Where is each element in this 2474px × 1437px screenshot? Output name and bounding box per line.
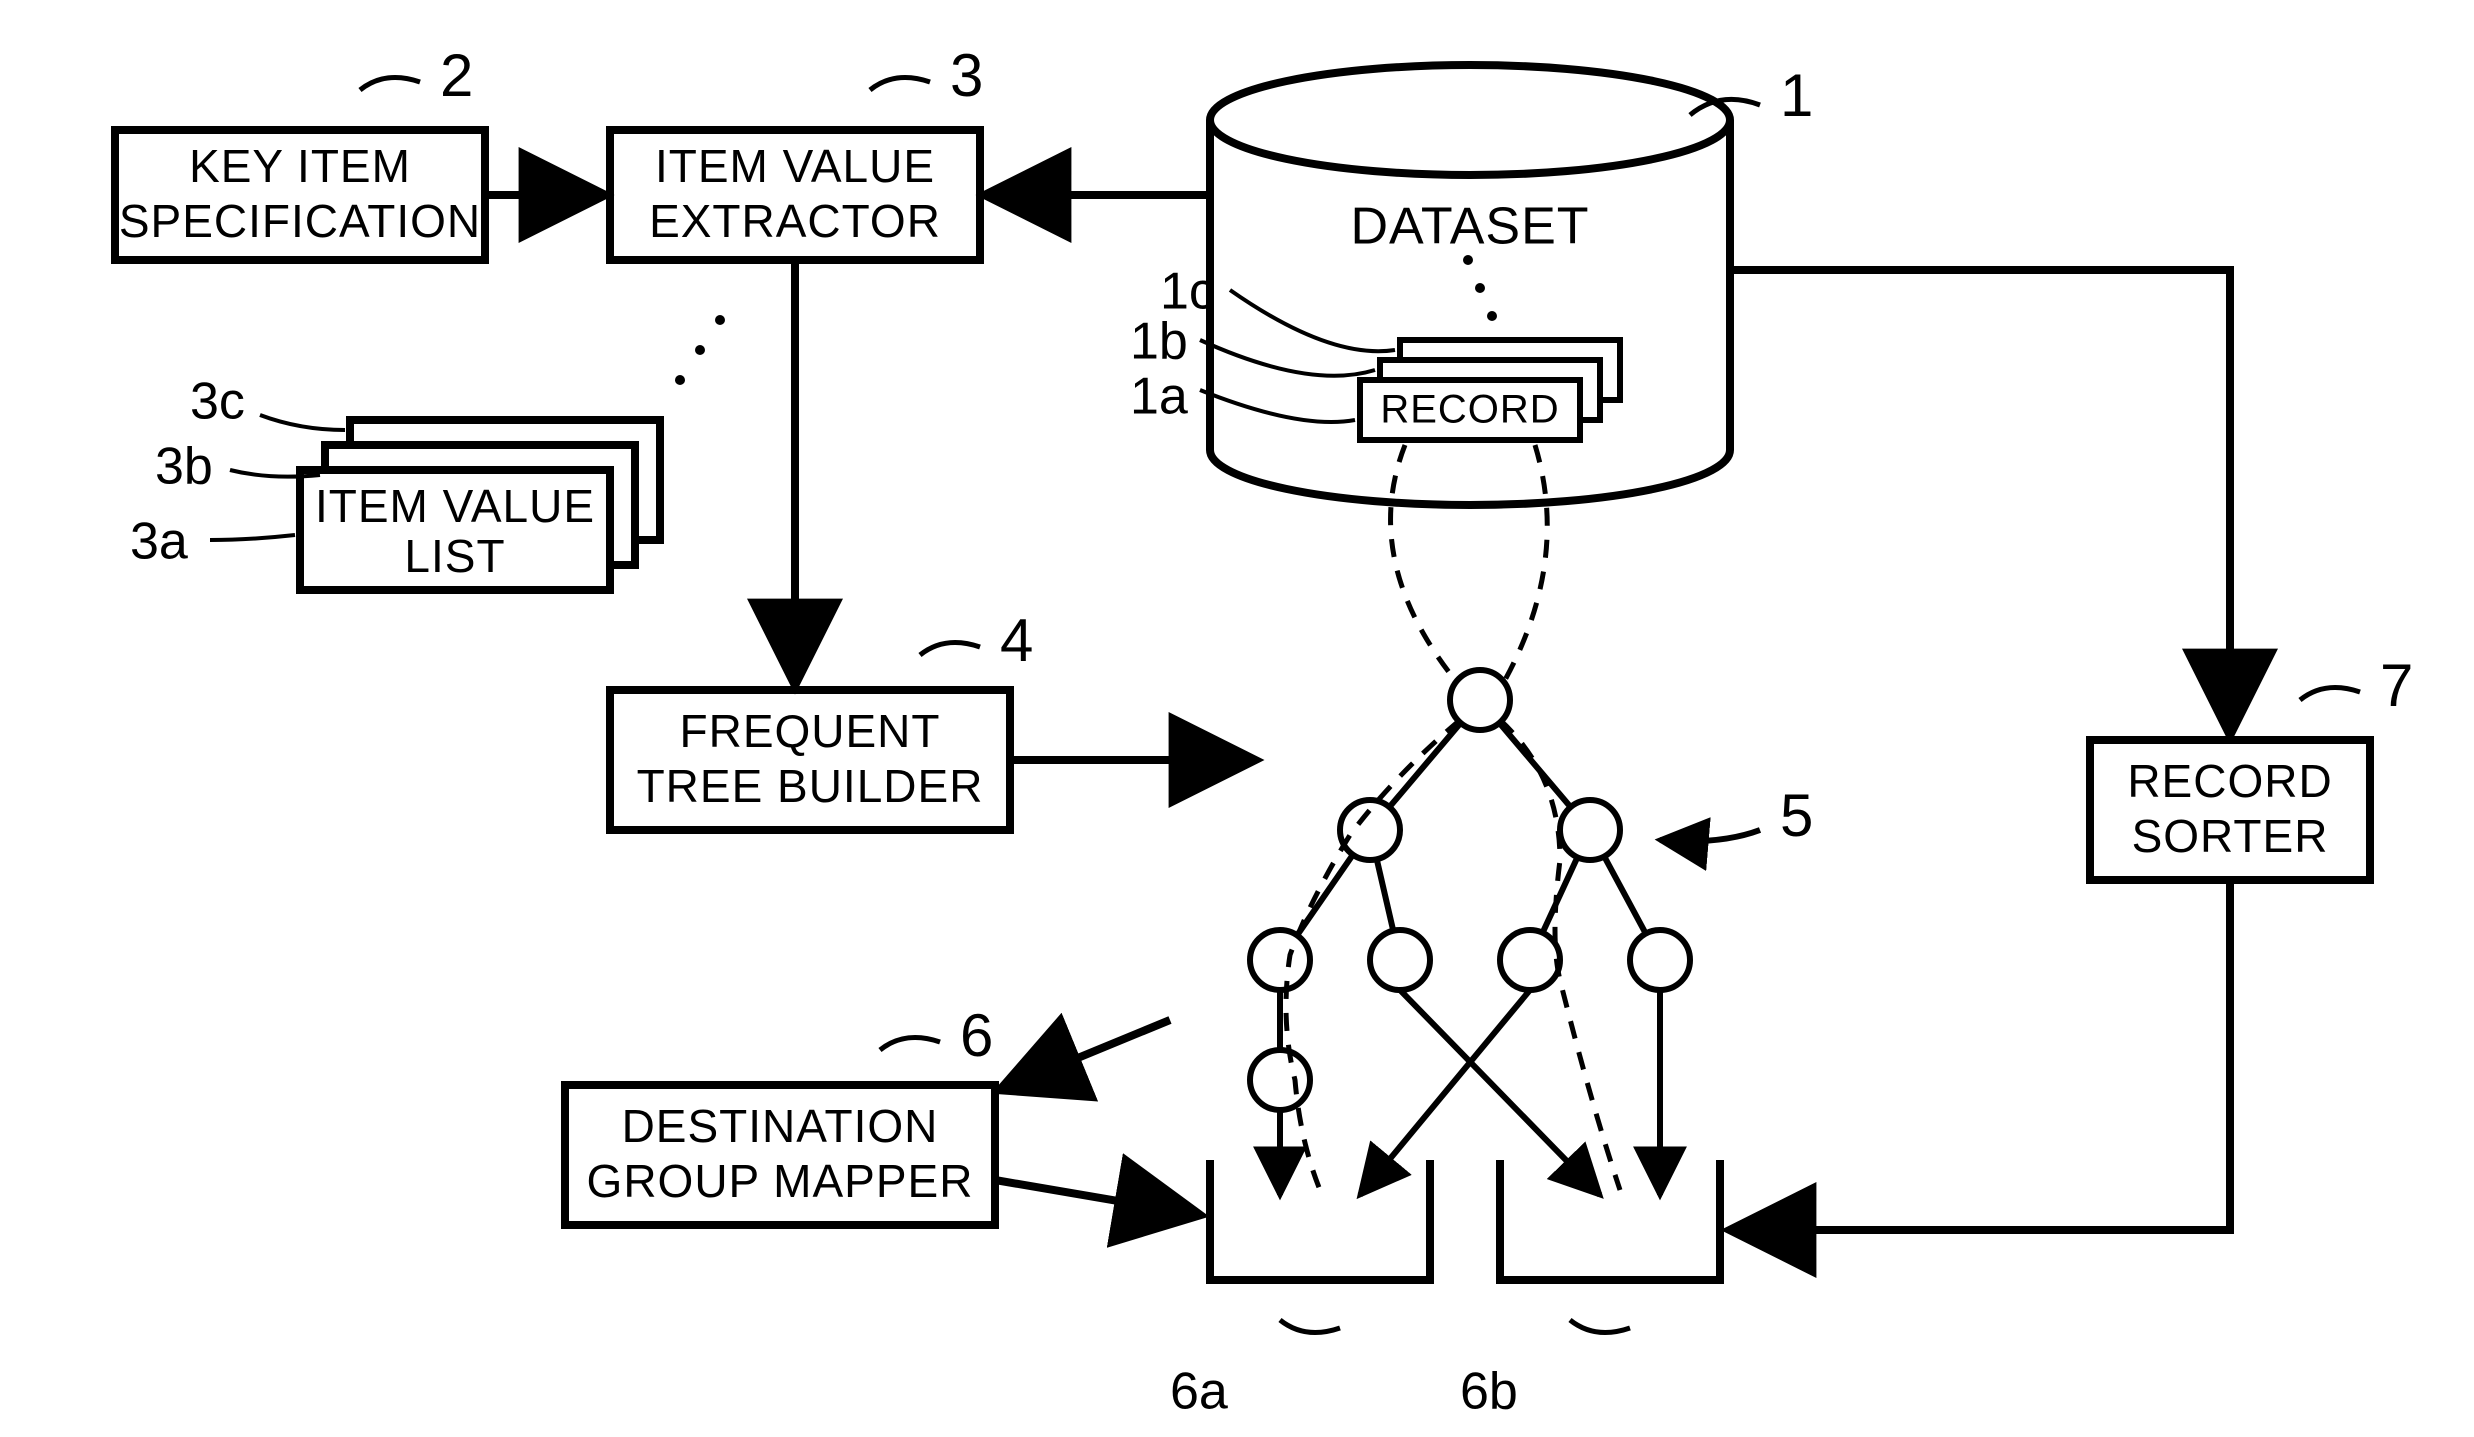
record-sorter-line1: RECORD bbox=[2127, 755, 2332, 807]
item-value-extractor-line2: EXTRACTOR bbox=[649, 195, 941, 247]
leaf-to-bucket-arrows bbox=[1280, 990, 1660, 1195]
tree-graph bbox=[1250, 670, 1690, 1110]
destination-group-mapper-line2: GROUP MAPPER bbox=[587, 1155, 974, 1207]
label-7: 7 bbox=[2380, 652, 2413, 719]
dataset-cylinder: DATASET 1 RECORD 1a 1b 1c bbox=[1130, 62, 1813, 505]
label-3c: 3c bbox=[190, 373, 245, 431]
item-value-extractor-line1: ITEM VALUE bbox=[655, 140, 935, 192]
label-3b: 3b bbox=[155, 438, 213, 496]
bucket-6b: 6b bbox=[1460, 1160, 1720, 1421]
label-2: 2 bbox=[440, 42, 473, 109]
label-1a: 1a bbox=[1130, 368, 1188, 426]
label-4: 4 bbox=[1000, 607, 1033, 674]
box-record-sorter: RECORD SORTER 7 bbox=[2090, 652, 2413, 880]
record-label: RECORD bbox=[1380, 388, 1559, 432]
key-item-spec-line2: SPECIFICATION bbox=[119, 195, 481, 247]
arrow-7-to-buckets bbox=[1730, 880, 2230, 1230]
arrow-1-to-7 bbox=[1730, 270, 2230, 735]
label-6b: 6b bbox=[1460, 1363, 1518, 1421]
label-6: 6 bbox=[960, 1002, 993, 1069]
item-value-list-line1: ITEM VALUE bbox=[315, 480, 595, 532]
label-3: 3 bbox=[950, 42, 983, 109]
box-frequent-tree-builder: FREQUENT TREE BUILDER 4 bbox=[610, 607, 1033, 830]
record-sorter-line2: SORTER bbox=[2132, 810, 2329, 862]
arrow-5-to-6 bbox=[1000, 1020, 1170, 1090]
label-6a: 6a bbox=[1170, 1363, 1228, 1421]
key-item-spec-line1: KEY ITEM bbox=[189, 140, 411, 192]
label-5: 5 bbox=[1780, 782, 1813, 849]
label-5-group: 5 bbox=[1660, 782, 1813, 849]
bucket-6a: 6a bbox=[1170, 1160, 1430, 1421]
destination-group-mapper-line1: DESTINATION bbox=[622, 1100, 939, 1152]
dots-3-to-list bbox=[675, 315, 725, 385]
label-1b: 1b bbox=[1130, 313, 1188, 371]
box-item-value-extractor: ITEM VALUE EXTRACTOR 3 bbox=[610, 42, 983, 260]
item-value-list-line2: LIST bbox=[404, 530, 505, 582]
label-3a: 3a bbox=[130, 513, 188, 571]
label-1: 1 bbox=[1780, 62, 1813, 129]
label-1c: 1c bbox=[1160, 263, 1215, 321]
frequent-tree-builder-line2: TREE BUILDER bbox=[637, 760, 984, 812]
box-destination-group-mapper: DESTINATION GROUP MAPPER 6 bbox=[565, 1002, 995, 1225]
box-key-item-specification: KEY ITEM SPECIFICATION 2 bbox=[115, 42, 485, 260]
arrow-6-to-buckets bbox=[995, 1180, 1200, 1215]
item-value-list-stack: ITEM VALUE LIST 3a 3b 3c bbox=[130, 373, 660, 590]
frequent-tree-builder-line1: FREQUENT bbox=[680, 705, 941, 757]
dataset-label: DATASET bbox=[1350, 198, 1589, 256]
diagram-canvas: KEY ITEM SPECIFICATION 2 ITEM VALUE EXTR… bbox=[0, 0, 2474, 1437]
